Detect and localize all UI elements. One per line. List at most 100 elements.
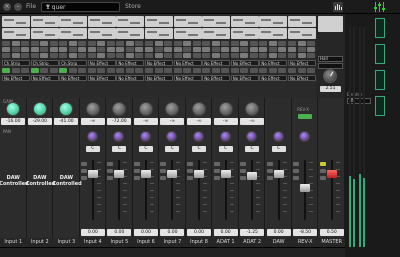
insert-toggle[interactable] [154, 47, 163, 52]
insert-slot-2[interactable]: No Effect [2, 75, 30, 81]
solo-button[interactable] [319, 169, 326, 173]
insert-slot-2[interactable]: No Effect [145, 75, 173, 81]
monitor-button[interactable] [183, 68, 192, 73]
monitor-button[interactable] [154, 68, 163, 73]
monitor-button[interactable] [97, 68, 106, 73]
solo-button[interactable] [107, 169, 114, 173]
insert-toggle[interactable] [288, 53, 296, 58]
phase-button[interactable] [80, 176, 87, 180]
monitor-button[interactable] [268, 68, 277, 73]
fader-track[interactable] [224, 160, 227, 220]
insert-slot-1[interactable]: Ch.Strip [2, 60, 30, 66]
insert-slot-2[interactable]: No Effect [259, 75, 288, 81]
monitor-button[interactable] [87, 68, 96, 73]
insert-slot-2[interactable]: No Effect [202, 75, 231, 81]
insert-toggle[interactable] [221, 53, 230, 58]
monitor-button[interactable] [30, 68, 39, 73]
reverb-type-select[interactable]: Hall [318, 56, 343, 62]
pan-knob[interactable] [139, 131, 151, 142]
pan-knob[interactable] [166, 131, 178, 142]
insert-slot-1[interactable]: Ch.Strip [59, 60, 88, 66]
monitor-button[interactable] [297, 68, 306, 73]
insert-toggle[interactable] [307, 47, 315, 52]
monitor-button[interactable] [202, 68, 211, 73]
insert-toggle[interactable] [278, 53, 287, 58]
comp-display[interactable] [30, 28, 59, 39]
insert-slot-1[interactable]: No Effect [288, 60, 316, 66]
insert-toggle[interactable] [78, 47, 87, 52]
monitor-button[interactable] [192, 68, 201, 73]
insert-slot-2[interactable]: No Effect [87, 75, 116, 81]
comp-display[interactable] [116, 28, 145, 39]
insert-toggle[interactable] [278, 47, 287, 52]
meter-view-3[interactable] [375, 70, 385, 90]
insert-toggle[interactable] [87, 53, 96, 58]
insert-toggle[interactable] [259, 47, 268, 52]
insert-toggle[interactable] [164, 47, 172, 52]
insert-slot-1[interactable]: No Effect [230, 60, 259, 66]
insert-toggle[interactable] [164, 41, 172, 46]
solo-button[interactable] [187, 169, 194, 173]
fader-handle[interactable] [273, 170, 284, 178]
monitor-button[interactable] [78, 68, 87, 73]
eq-display[interactable] [2, 16, 30, 27]
eq-display[interactable] [259, 16, 288, 27]
gain-knob[interactable] [245, 102, 260, 116]
mute-button[interactable] [213, 162, 220, 166]
insert-toggle[interactable] [125, 47, 134, 52]
insert-toggle[interactable] [87, 47, 96, 52]
eq-display[interactable] [202, 16, 231, 27]
insert-toggle[interactable] [297, 41, 306, 46]
solo-button[interactable] [213, 169, 220, 173]
gain-knob[interactable] [6, 102, 21, 116]
insert-toggle[interactable] [145, 47, 153, 52]
insert-toggle[interactable] [211, 53, 220, 58]
insert-toggle[interactable] [135, 47, 144, 52]
monitor-button[interactable] [116, 68, 125, 73]
fader-track[interactable] [277, 160, 280, 220]
insert-toggle[interactable] [116, 53, 125, 58]
fader-handle[interactable] [220, 170, 231, 178]
mute-button[interactable] [240, 162, 247, 166]
insert-toggle[interactable] [68, 47, 77, 52]
insert-toggle[interactable] [68, 41, 77, 46]
fader-track[interactable] [330, 160, 333, 220]
insert-toggle[interactable] [221, 41, 230, 46]
fader-track[interactable] [171, 160, 174, 220]
phase-button[interactable] [293, 176, 300, 180]
gain-knob[interactable] [192, 102, 207, 116]
insert-toggle[interactable] [259, 53, 268, 58]
insert-toggle[interactable] [68, 53, 77, 58]
phase-button[interactable] [240, 176, 247, 180]
insert-toggle[interactable] [21, 47, 29, 52]
monitor-button[interactable] [288, 68, 296, 73]
fader-handle[interactable] [87, 170, 98, 178]
monitor-button[interactable] [49, 68, 58, 73]
comp-display[interactable] [288, 28, 316, 39]
insert-toggle[interactable] [192, 47, 201, 52]
insert-toggle[interactable] [240, 53, 249, 58]
gain-knob[interactable] [112, 102, 127, 116]
insert-toggle[interactable] [288, 41, 296, 46]
insert-toggle[interactable] [59, 47, 68, 52]
insert-toggle[interactable] [30, 53, 39, 58]
insert-toggle[interactable] [202, 47, 211, 52]
monitor-button[interactable] [11, 68, 20, 73]
mute-button[interactable] [187, 162, 194, 166]
fader-handle[interactable] [114, 170, 125, 178]
solo-button[interactable] [133, 169, 140, 173]
insert-toggle[interactable] [30, 47, 39, 52]
insert-toggle[interactable] [249, 53, 258, 58]
insert-slot-2[interactable]: No Effect [59, 75, 88, 81]
insert-toggle[interactable] [49, 47, 58, 52]
insert-slot-2[interactable]: No Effect [116, 75, 145, 81]
monitor-button[interactable] [106, 68, 115, 73]
comp-display[interactable] [2, 28, 30, 39]
fader-handle[interactable] [247, 172, 258, 180]
solo-button[interactable] [240, 169, 247, 173]
insert-toggle[interactable] [183, 53, 192, 58]
insert-toggle[interactable] [49, 41, 58, 46]
insert-toggle[interactable] [288, 47, 296, 52]
insert-toggle[interactable] [249, 47, 258, 52]
insert-toggle[interactable] [116, 41, 125, 46]
